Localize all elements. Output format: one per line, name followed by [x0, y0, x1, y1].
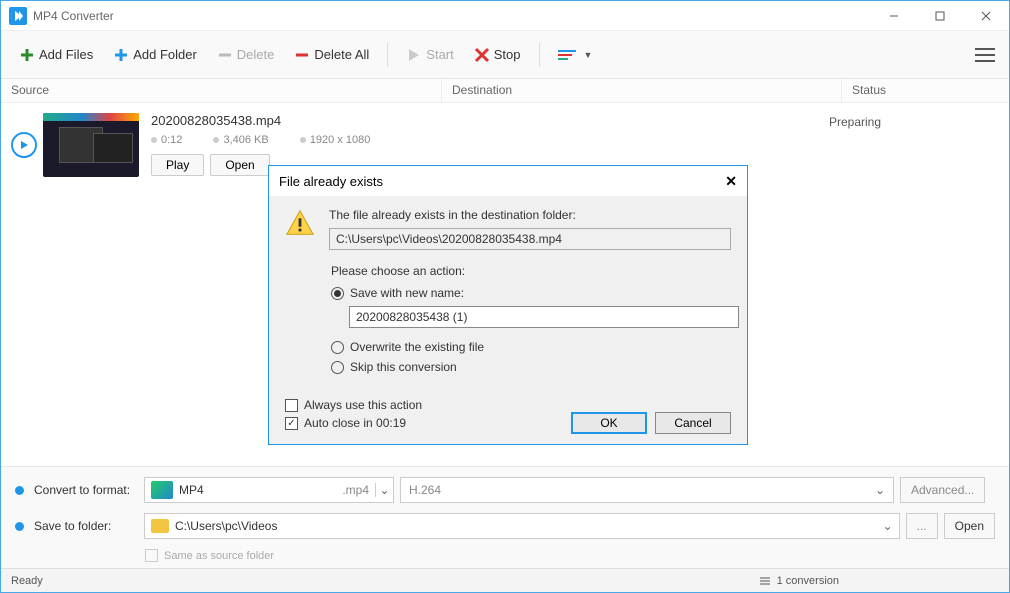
auto-close-checkbox[interactable]: Auto close in 00:19 — [285, 416, 422, 430]
convert-format-label: Convert to format: — [34, 483, 144, 497]
folder-select[interactable]: C:\Users\pc\Videos ⌄ — [144, 513, 900, 539]
delete-button[interactable]: Delete — [209, 43, 283, 67]
column-headers: Source Destination Status — [1, 79, 1009, 103]
dialog-close-button[interactable]: ✕ — [725, 173, 737, 190]
format-select[interactable]: MP4 .mp4 ⌄ — [144, 477, 394, 503]
bullet-icon — [15, 522, 24, 531]
plus-icon — [19, 47, 35, 63]
radio-overwrite[interactable]: Overwrite the existing file — [331, 340, 731, 354]
folder-icon — [151, 519, 169, 533]
minus-icon — [294, 47, 310, 63]
file-meta: 0:12 3,406 KB 1920 x 1080 — [151, 134, 398, 146]
checkbox-icon — [285, 417, 298, 430]
open-folder-button[interactable]: Open — [944, 513, 995, 539]
main-window: MP4 Converter Add Files Add Folder Delet… — [0, 0, 1010, 593]
dialog-prompt: Please choose an action: — [331, 264, 731, 278]
advanced-button[interactable]: Advanced... — [900, 477, 985, 503]
dialog-message: The file already exists in the destinati… — [329, 208, 731, 222]
options-menu-button[interactable]: ▼ — [550, 46, 601, 64]
play-preview-button[interactable] — [11, 132, 37, 158]
col-destination[interactable]: Destination — [441, 79, 841, 102]
chevron-down-icon: ⌄ — [375, 483, 393, 497]
bullet-icon — [15, 486, 24, 495]
save-folder-label: Save to folder: — [34, 519, 144, 533]
plus-icon — [113, 47, 129, 63]
menu-button[interactable] — [971, 41, 999, 69]
checkbox-icon — [285, 399, 298, 412]
col-source[interactable]: Source — [1, 79, 441, 102]
list-icon — [759, 575, 771, 587]
titlebar: MP4 Converter — [1, 1, 1009, 31]
dialog-title: File already exists — [279, 174, 383, 189]
checkbox-icon — [145, 549, 158, 562]
chevron-down-icon: ▼ — [584, 50, 593, 60]
chevron-down-icon: ⌄ — [875, 483, 885, 497]
play-icon — [406, 47, 422, 63]
statusbar: Ready 1 conversion — [1, 568, 1009, 592]
add-folder-button[interactable]: Add Folder — [105, 43, 205, 67]
toolbar: Add Files Add Folder Delete Delete All S… — [1, 31, 1009, 79]
col-status[interactable]: Status — [841, 79, 1009, 102]
always-use-checkbox[interactable]: Always use this action — [285, 398, 422, 412]
app-icon — [9, 7, 27, 25]
close-button[interactable] — [963, 1, 1009, 31]
minus-icon — [217, 47, 233, 63]
bottom-panel: Convert to format: MP4 .mp4 ⌄ H.264 ⌄ Ad… — [1, 466, 1009, 568]
maximize-button[interactable] — [917, 1, 963, 31]
window-title: MP4 Converter — [33, 9, 114, 23]
filename: 20200828035438.mp4 — [151, 113, 398, 128]
minimize-button[interactable] — [871, 1, 917, 31]
open-button[interactable]: Open — [210, 154, 269, 176]
radio-skip[interactable]: Skip this conversion — [331, 360, 731, 374]
new-name-input[interactable]: 20200828035438 (1) — [349, 306, 739, 328]
stop-icon — [474, 47, 490, 63]
thumbnail — [43, 113, 139, 177]
status-text: Preparing — [829, 113, 999, 129]
radio-save-new-name[interactable]: Save with new name: — [331, 286, 731, 300]
menu-lines-icon — [558, 50, 576, 60]
stop-button[interactable]: Stop — [466, 43, 529, 67]
same-source-checkbox[interactable]: Same as source folder — [145, 549, 995, 562]
play-button[interactable]: Play — [151, 154, 204, 176]
codec-select[interactable]: H.264 ⌄ — [400, 477, 894, 503]
format-icon — [151, 481, 173, 499]
add-files-button[interactable]: Add Files — [11, 43, 101, 67]
file-exists-dialog: File already exists ✕ The file already e… — [268, 165, 748, 445]
radio-icon — [331, 287, 344, 300]
cancel-button[interactable]: Cancel — [655, 412, 731, 434]
conversion-count: 1 conversion — [759, 575, 999, 587]
ok-button[interactable]: OK — [571, 412, 647, 434]
browse-button[interactable]: ... — [906, 513, 938, 539]
warning-icon — [285, 208, 315, 238]
radio-icon — [331, 361, 344, 374]
delete-all-button[interactable]: Delete All — [286, 43, 377, 67]
start-button[interactable]: Start — [398, 43, 461, 67]
chevron-down-icon: ⌄ — [883, 519, 893, 533]
status-ready: Ready — [11, 575, 43, 587]
radio-icon — [331, 341, 344, 354]
existing-file-path: C:\Users\pc\Videos\20200828035438.mp4 — [329, 228, 731, 250]
dialog-titlebar: File already exists ✕ — [269, 166, 747, 196]
